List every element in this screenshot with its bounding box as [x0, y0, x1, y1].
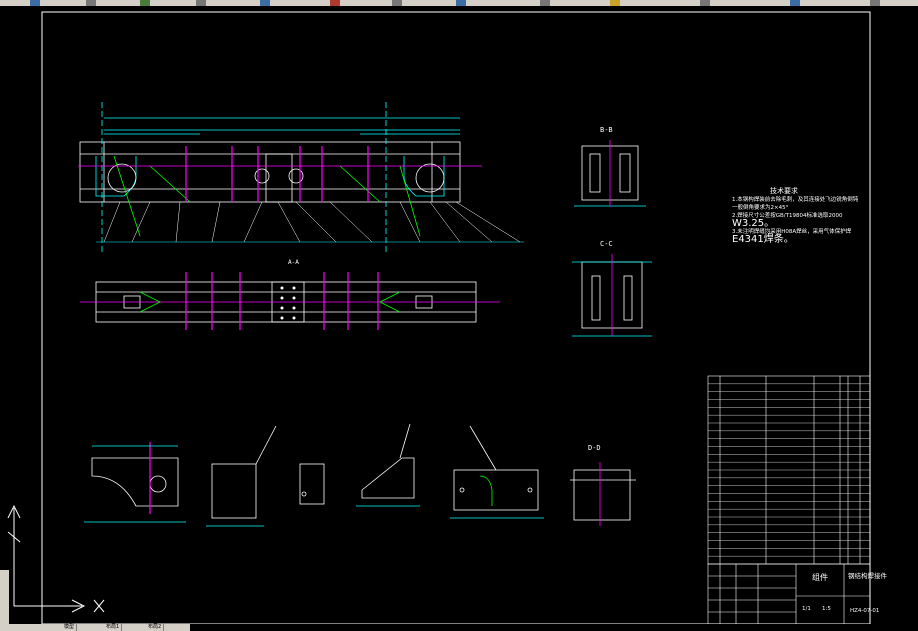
section-dd-label: D-D	[588, 444, 601, 452]
drawing-canvas[interactable]: B-B C-C A-A D-D	[0, 6, 918, 624]
section-bb-label: B-B	[600, 126, 613, 134]
front-view	[79, 102, 461, 252]
section-bb-view	[574, 140, 646, 207]
top-view	[80, 281, 500, 323]
drawing-border	[41, 11, 871, 624]
detail-part-3	[356, 423, 420, 507]
tab-layout1[interactable]: 布局1	[104, 624, 123, 631]
title-block	[707, 563, 871, 624]
section-aa-label: A-A	[288, 259, 299, 266]
title-drawing-no: HZ4-07-01	[850, 608, 880, 614]
layout-tabs: 模型 布局1 布局2	[0, 624, 190, 631]
top-view-ribs	[185, 272, 379, 330]
detail-part-2	[206, 425, 325, 527]
notes-line-3b: E4341焊条。	[732, 234, 794, 245]
technical-notes: 技术要求 1.本钢构焊装前去除毛刺，及其连接处飞边锐角倒钝 一般倒角要求为2×4…	[732, 186, 872, 245]
detail-part-dd	[570, 462, 636, 526]
notes-line-2b: W3.25。	[732, 218, 775, 229]
detail-part-1	[84, 442, 186, 523]
tab-model[interactable]: 模型	[62, 624, 78, 631]
title-material: 组件	[812, 573, 828, 582]
parts-list-rows	[708, 383, 870, 557]
section-cc-view	[572, 254, 652, 337]
notes-line-1b: 一般倒角要求为2×45°	[732, 205, 789, 211]
left-tool-strip[interactable]	[0, 570, 9, 628]
notes-title: 技术要求	[770, 187, 798, 195]
top-view-bolts	[280, 286, 296, 320]
notes-line-1: 1.本钢构焊装前去除毛刺，及其连接处飞边锐角倒钝	[732, 197, 859, 203]
front-view-leaders	[96, 201, 524, 243]
section-cc-label: C-C	[600, 240, 613, 248]
title-sheet: 1/1	[802, 606, 811, 612]
title-name: 钢结构焊接件	[848, 572, 887, 580]
title-scale: 1:5	[822, 606, 831, 612]
tab-layout2[interactable]: 布局2	[146, 624, 165, 631]
detail-part-4	[450, 425, 544, 519]
